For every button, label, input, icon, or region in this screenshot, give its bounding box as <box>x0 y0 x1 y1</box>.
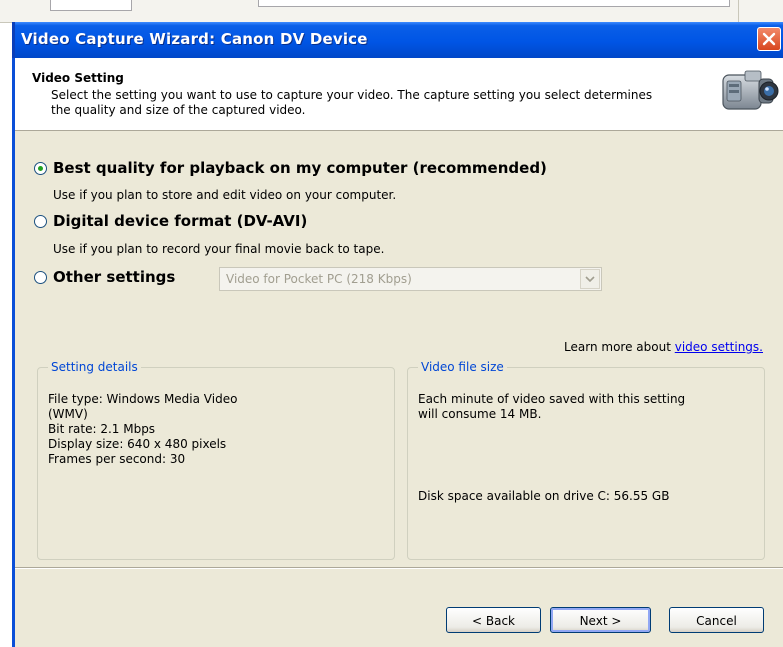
radio-dv-avi[interactable] <box>34 214 47 228</box>
header-title: Video Setting <box>32 71 124 85</box>
other-settings-dropdown[interactable]: Video for Pocket PC (218 Kbps) <box>219 267 602 291</box>
chevron-down-icon <box>585 276 595 282</box>
setting-details-body: File type: Windows Media Video (WMV) Bit… <box>48 392 237 467</box>
footer-separator <box>15 567 783 569</box>
display-size: Display size: 640 x 480 pixels <box>48 437 227 451</box>
cancel-button[interactable]: Cancel <box>669 607 764 633</box>
file-type-format: (WMV) <box>48 407 88 421</box>
background-tab <box>50 0 132 11</box>
file-type-line: File type: Windows Media Video <box>48 392 238 406</box>
video-file-size-group: Video file size Each minute of video sav… <box>407 360 765 560</box>
option-other-settings[interactable]: Other settings <box>34 268 175 286</box>
option-dv-avi-description: Use if you plan to record your final mov… <box>53 242 385 256</box>
close-icon <box>762 32 776 46</box>
video-file-size-legend: Video file size <box>418 360 507 374</box>
dropdown-arrow-button[interactable] <box>580 269 600 289</box>
frames-per-second: Frames per second: 30 <box>48 452 186 466</box>
wizard-header: Video Setting Select the setting you wan… <box>15 58 783 131</box>
radio-best-quality[interactable] <box>34 161 47 175</box>
window-border <box>12 58 15 647</box>
background-field <box>258 0 730 7</box>
option-dv-avi[interactable]: Digital device format (DV-AVI) <box>34 212 307 230</box>
file-size-line1: Each minute of video saved with this set… <box>418 392 686 406</box>
window-title: Video Capture Wizard: Canon DV Device <box>21 30 368 48</box>
background-divider <box>738 0 751 22</box>
title-bar[interactable]: Video Capture Wizard: Canon DV Device <box>12 22 783 58</box>
video-file-size-body: Each minute of video saved with this set… <box>418 392 685 422</box>
back-button[interactable]: < Back <box>446 607 541 633</box>
option-best-quality-label[interactable]: Best quality for playback on my computer… <box>53 159 547 177</box>
setting-details-legend: Setting details <box>48 360 141 374</box>
option-dv-avi-label[interactable]: Digital device format (DV-AVI) <box>53 212 307 230</box>
file-size-line2: will consume 14 MB. <box>418 407 542 421</box>
disk-space: Disk space available on drive C: 56.55 G… <box>418 489 670 503</box>
wizard-dialog: Video Capture Wizard: Canon DV Device Vi… <box>12 22 783 647</box>
bit-rate: Bit rate: 2.1 Mbps <box>48 422 156 436</box>
learn-more: Learn more about video settings. <box>564 340 763 354</box>
other-settings-value: Video for Pocket PC (218 Kbps) <box>226 272 412 286</box>
video-settings-link[interactable]: video settings. <box>675 340 763 354</box>
header-description: Select the setting you want to use to ca… <box>51 88 653 117</box>
close-button[interactable] <box>757 27 781 51</box>
learn-more-prefix: Learn more about <box>564 340 675 354</box>
setting-details-group: Setting details File type: Windows Media… <box>37 360 395 560</box>
option-best-quality[interactable]: Best quality for playback on my computer… <box>34 159 547 177</box>
next-button[interactable]: Next > <box>550 607 651 633</box>
option-other-settings-label[interactable]: Other settings <box>53 268 175 286</box>
radio-other-settings[interactable] <box>34 270 47 284</box>
option-best-quality-description: Use if you plan to store and edit video … <box>53 188 397 202</box>
camcorder-icon <box>722 70 779 110</box>
